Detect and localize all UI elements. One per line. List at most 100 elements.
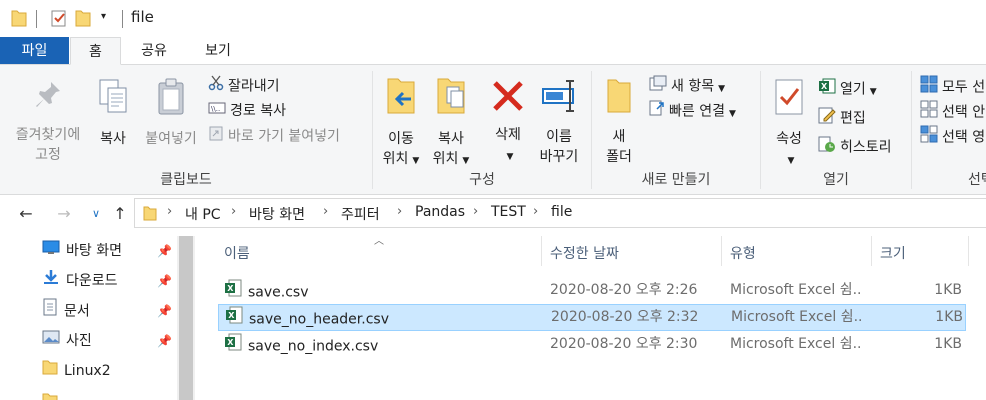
nav-item-desktop[interactable]: 바탕 화면	[42, 238, 122, 264]
nav-item-pictures[interactable]: 사진	[42, 328, 92, 354]
history-icon	[818, 135, 836, 160]
move-to-icon	[376, 75, 426, 123]
paste-button[interactable]: 붙여넣기	[138, 77, 204, 149]
invert-selection-icon	[920, 125, 938, 150]
cut-button[interactable]: 잘라내기	[208, 75, 280, 97]
svg-text:X: X	[821, 82, 828, 91]
rename-button[interactable]: 이름 바꾸기	[534, 77, 584, 167]
breadcrumb-chevron-icon[interactable]: ›	[533, 204, 538, 219]
breadcrumb-pandas[interactable]: Pandas	[415, 204, 465, 220]
move-to-label-line1: 이동	[388, 131, 414, 147]
group-label-clipboard: 클립보드	[160, 172, 212, 188]
column-separator[interactable]	[871, 236, 872, 266]
address-bar[interactable]: › 내 PC › 바탕 화면 › 주피터 › Pandas › TEST › f…	[134, 198, 986, 228]
file-list: ︿ 이름 수정한 날짜 유형 크기 X save.csv 2020-08-20 …	[196, 232, 986, 400]
history-button[interactable]: 히스토리	[818, 135, 892, 157]
pin-icon	[4, 79, 92, 119]
paste-shortcut-button[interactable]: 바로 가기 붙여넣기	[208, 125, 340, 147]
column-header-name[interactable]: 이름	[224, 240, 250, 268]
select-all-button[interactable]: 모두 선	[920, 75, 985, 97]
tab-view[interactable]: 보기	[186, 37, 250, 65]
breadcrumb-test[interactable]: TEST	[491, 204, 526, 220]
file-date: 2020-08-20 오후 2:26	[550, 282, 698, 298]
chevron-down-icon: ▼	[506, 152, 514, 162]
pin-to-quick-access-button[interactable]: 즐겨찾기에 고정	[4, 79, 92, 165]
properties-check-icon[interactable]	[50, 9, 68, 31]
new-folder-button[interactable]: 새 폴더	[596, 77, 642, 167]
pin-icon[interactable]: 📌	[157, 334, 172, 348]
breadcrumb-jupyter[interactable]: 주피터	[341, 204, 380, 224]
column-header-date[interactable]: 수정한 날짜	[550, 240, 619, 268]
excel-csv-file-icon: X	[224, 332, 242, 357]
tab-home[interactable]: 홈	[70, 37, 121, 65]
navpane-scrollbar-thumb[interactable]	[179, 236, 193, 400]
title-bar: ▾ file	[0, 0, 986, 37]
column-header-size[interactable]: 크기	[880, 240, 906, 268]
breadcrumb-chevron-icon[interactable]: ›	[167, 204, 172, 219]
customize-qat-icon[interactable]: ▾	[101, 11, 106, 22]
file-row[interactable]: X save.csv 2020-08-20 오후 2:26 Microsoft …	[218, 278, 966, 305]
delete-button[interactable]: 삭제 ▼	[482, 79, 534, 167]
excel-csv-file-icon: X	[224, 278, 242, 303]
file-size: 1KB	[934, 282, 962, 298]
column-separator[interactable]	[968, 236, 969, 266]
excel-csv-file-icon: X	[225, 305, 243, 330]
delete-x-icon	[482, 79, 534, 119]
up-arrow-icon[interactable]: ↑	[108, 202, 132, 226]
chevron-down-icon: ▼	[869, 86, 877, 97]
column-header-type[interactable]: 유형	[730, 240, 756, 268]
new-folder-label-line1: 새	[612, 129, 626, 145]
new-folder-icon[interactable]	[75, 9, 91, 31]
move-to-button[interactable]: 이동 위치 ▼	[376, 75, 426, 171]
copy-to-label-line2: 위치	[432, 151, 459, 167]
pin-icon[interactable]: 📌	[157, 304, 172, 318]
folder-icon	[42, 358, 58, 384]
open-button[interactable]: X 열기 ▼	[818, 77, 877, 99]
file-row[interactable]: X save_no_index.csv 2020-08-20 오후 2:30 M…	[218, 332, 966, 359]
copy-path-button[interactable]: \\.. 경로 복사	[208, 100, 286, 122]
nav-item-linux2[interactable]: Linux2	[42, 358, 111, 384]
tab-share[interactable]: 공유	[124, 37, 184, 65]
excel-icon: X	[818, 77, 836, 102]
file-size: 1KB	[935, 309, 963, 325]
file-date: 2020-08-20 오후 2:32	[551, 309, 699, 325]
copy-to-button[interactable]: 복사 위치 ▼	[426, 75, 476, 171]
properties-button[interactable]: 속성 ▼	[766, 77, 812, 171]
edit-button[interactable]: 편집	[818, 106, 866, 128]
invert-selection-button[interactable]: 선택 영	[920, 125, 985, 147]
breadcrumb-this-pc[interactable]: 내 PC	[185, 204, 221, 224]
breadcrumb-chevron-icon[interactable]: ›	[473, 204, 478, 219]
breadcrumb-file[interactable]: file	[551, 204, 572, 220]
forward-arrow-icon[interactable]: →	[52, 202, 76, 226]
select-none-button[interactable]: 선택 안	[920, 100, 985, 122]
edit-pencil-icon	[818, 106, 836, 131]
group-separator	[911, 71, 912, 189]
file-row-selected[interactable]: X save_no_header.csv 2020-08-20 오후 2:32 …	[218, 304, 966, 331]
select-all-icon	[920, 75, 938, 100]
column-separator[interactable]	[721, 236, 722, 266]
tab-file[interactable]: 파일	[0, 37, 69, 65]
recent-locations-chevron-icon[interactable]: ∨	[84, 202, 108, 226]
nav-item-documents[interactable]: 문서	[42, 298, 90, 324]
sort-ascending-icon: ︿	[374, 236, 384, 247]
copy-label: 복사	[100, 131, 126, 147]
easy-access-button[interactable]: 빠른 연결 ▼	[649, 100, 736, 122]
easy-access-label: 빠른 연결	[669, 103, 725, 120]
copy-to-icon	[426, 75, 476, 123]
pin-icon[interactable]: 📌	[157, 244, 172, 258]
breadcrumb-chevron-icon[interactable]: ›	[231, 204, 236, 219]
breadcrumb-desktop[interactable]: 바탕 화면	[249, 204, 305, 224]
column-separator[interactable]	[541, 236, 542, 266]
properties-check-icon	[766, 77, 812, 123]
copy-button[interactable]: 복사	[90, 77, 136, 149]
folder-icon	[11, 9, 27, 31]
rename-label-line2: 바꾸기	[539, 149, 579, 165]
nav-item-downloads[interactable]: 다운로드	[42, 268, 118, 294]
back-arrow-icon[interactable]: ←	[14, 202, 38, 226]
breadcrumb-chevron-icon[interactable]: ›	[323, 204, 328, 219]
pin-icon[interactable]: 📌	[157, 274, 172, 288]
new-item-button[interactable]: 새 항목 ▼	[649, 75, 725, 97]
paste-icon	[138, 77, 204, 123]
breadcrumb-chevron-icon[interactable]: ›	[397, 204, 402, 219]
new-item-icon	[649, 75, 667, 98]
